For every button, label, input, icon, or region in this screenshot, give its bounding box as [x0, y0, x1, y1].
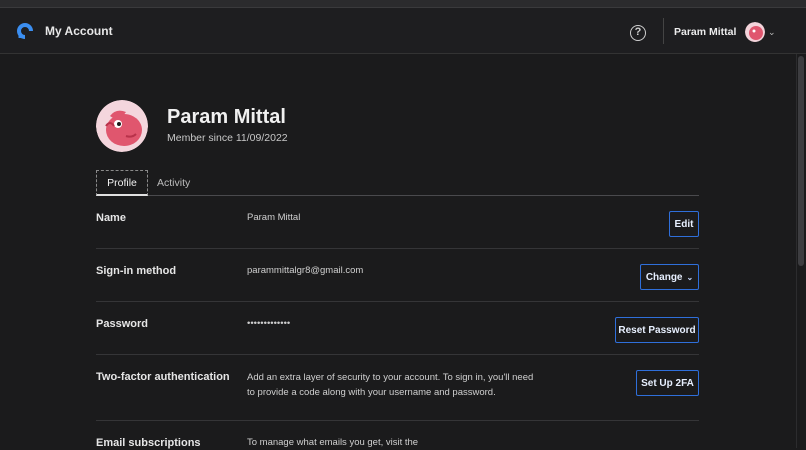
name-label: Name [96, 212, 126, 224]
profile-name: Param Mittal [167, 106, 286, 128]
row-divider [96, 248, 699, 249]
avatar[interactable] [745, 22, 765, 42]
member-since: Member since 11/09/2022 [167, 132, 288, 144]
password-label: Password [96, 318, 148, 330]
row-divider [96, 301, 699, 302]
tab-profile[interactable]: Profile [96, 170, 148, 196]
row-divider [96, 420, 699, 421]
two-factor-description-line1: Add an extra layer of security to your a… [247, 372, 534, 383]
profile-avatar [96, 100, 148, 152]
tabs-divider [96, 195, 699, 196]
digitalocean-logo-icon[interactable] [15, 21, 35, 41]
top-navigation-bar: My Account ? Param Mittal ⌄ [0, 8, 806, 54]
help-icon[interactable]: ? [630, 25, 646, 41]
chevron-down-icon: ⌄ [686, 272, 694, 282]
set-up-2fa-button[interactable]: Set Up 2FA [636, 370, 699, 396]
account-menu-chevron-icon[interactable]: ⌄ [768, 27, 776, 38]
tab-activity[interactable]: Activity [157, 177, 190, 189]
header-divider [663, 18, 664, 44]
row-divider [96, 354, 699, 355]
app-title: My Account [45, 24, 113, 38]
scrollbar-thumb[interactable] [798, 56, 804, 266]
two-factor-label: Two-factor authentication [96, 371, 230, 383]
reset-password-button[interactable]: Reset Password [615, 317, 699, 343]
signin-method-label: Sign-in method [96, 265, 177, 277]
change-signin-button[interactable]: Change ⌄ [640, 264, 699, 290]
edit-name-button[interactable]: Edit [669, 211, 699, 237]
signin-method-value: parammittalgr8@gmail.com [247, 265, 364, 276]
email-subscriptions-label: Email subscriptions [96, 437, 201, 449]
user-name[interactable]: Param Mittal [674, 26, 736, 38]
name-value: Param Mittal [247, 212, 301, 223]
browser-url-bar [0, 0, 806, 8]
change-signin-label: Change [645, 271, 683, 283]
two-factor-description-line2: to provide a code along with your userna… [247, 387, 496, 398]
password-value: ••••••••••••• [247, 318, 291, 329]
